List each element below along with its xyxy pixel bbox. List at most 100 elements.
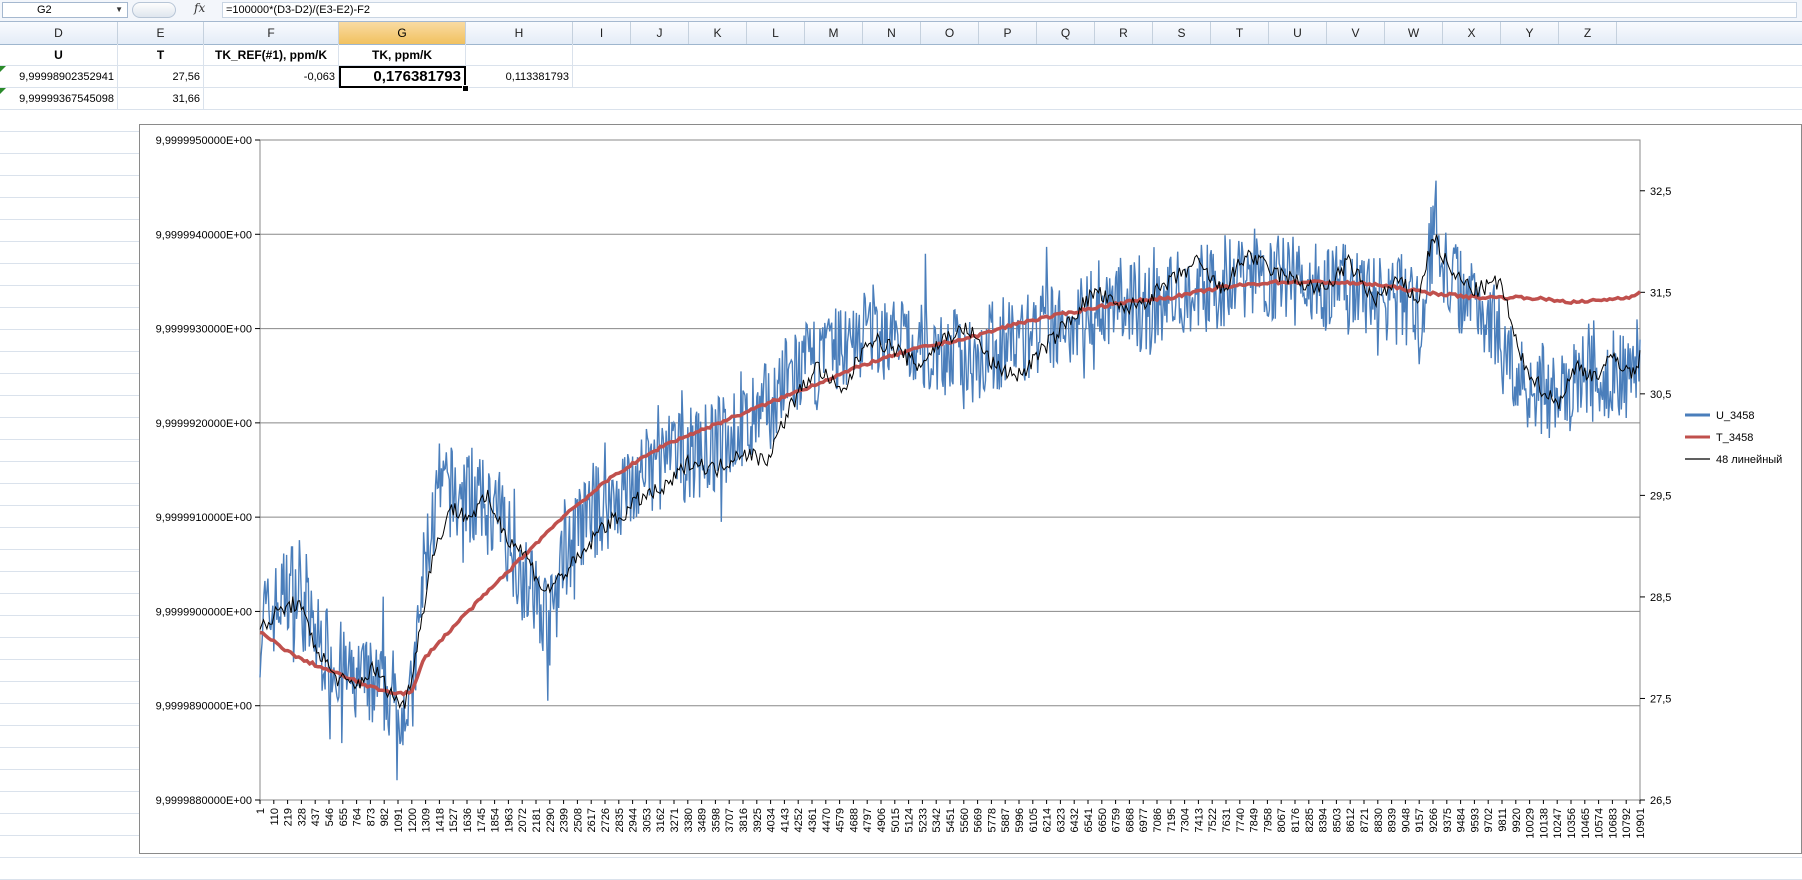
y-left-tick-label: 9,9999900000E+00 [156,606,252,618]
cell-e1[interactable]: T [118,44,204,66]
x-tick-label: 7849 [1249,808,1261,832]
x-tick-label: 10029 [1525,808,1537,839]
column-header-w[interactable]: W [1385,22,1443,44]
legend-label: 48 линейный [1716,454,1782,466]
column-header-t[interactable]: T [1211,22,1269,44]
x-tick-label: 9157 [1414,808,1426,832]
column-header-f[interactable]: F [204,22,339,44]
formula-input[interactable]: =100000*(D3-D2)/(E3-E2)-F2 [222,2,1797,18]
x-tick-label: 9593 [1469,808,1481,832]
column-header-r[interactable]: R [1095,22,1153,44]
table-row: 9,99999367545098 31,66 [0,88,1802,110]
x-tick-label: 1963 [503,808,515,832]
column-header-j[interactable]: J [631,22,689,44]
column-header-p[interactable]: P [979,22,1037,44]
cell-h1[interactable] [466,44,573,66]
column-header-n[interactable]: N [863,22,921,44]
x-tick-label: 8612 [1345,808,1357,832]
column-header-q[interactable]: Q [1037,22,1095,44]
column-header-v[interactable]: V [1327,22,1385,44]
x-tick-label: 5451 [945,808,957,832]
column-header-h[interactable]: H [466,22,573,44]
x-tick-label: 4143 [779,808,791,832]
x-tick-label: 10465 [1580,808,1592,839]
x-tick-label: 10247 [1552,808,1564,839]
cell-d3-value: 9,99999367545098 [19,93,114,105]
x-tick-label: 2835 [614,808,626,832]
formula-bar-resize-handle[interactable] [132,2,176,18]
x-tick-label: 3925 [752,808,764,832]
x-tick-label: 8503 [1331,808,1343,832]
column-header-z[interactable]: Z [1559,22,1617,44]
cell-e2[interactable]: 27,56 [118,66,204,88]
x-tick-label: 6214 [1042,808,1054,832]
cell-g2-active[interactable]: 0,176381793 [339,66,466,88]
x-tick-label: 5342 [931,808,943,832]
x-tick-label: 4034 [766,808,778,832]
line-chart[interactable]: 9,9999950000E+00 9,9999940000E+00 9,999993… [139,124,1802,854]
column-header-k[interactable]: K [689,22,747,44]
x-tick-label: 3489 [697,808,709,832]
name-box[interactable]: G2 ▼ [2,2,128,18]
x-tick-label: 1636 [462,808,474,832]
column-header-blank [1617,22,1802,44]
x-tick-label: 2072 [517,808,529,832]
column-header-s[interactable]: S [1153,22,1211,44]
x-tick-label: 9920 [1511,808,1523,832]
x-tick-label: 7304 [1180,808,1192,832]
column-header-y[interactable]: Y [1501,22,1559,44]
cell-h2[interactable]: 0,113381793 [466,66,573,88]
x-tick-label: 4797 [862,808,874,832]
y-left-tick-label: 9,9999920000E+00 [156,418,252,430]
column-header-g[interactable]: G [339,22,466,44]
x-tick-label: 5669 [973,808,985,832]
x-tick-label: 1 [255,808,267,814]
legend-label: T_3458 [1716,432,1753,444]
x-tick-label: 9702 [1483,808,1495,832]
x-tick-label: 1200 [407,808,419,832]
cell-d3[interactable]: 9,99999367545098 [0,88,118,110]
x-tick-label: 2726 [600,808,612,832]
cell-g1[interactable]: TK, ppm/K [339,44,466,66]
x-tick-label: 8285 [1304,808,1316,832]
error-indicator-icon [0,88,6,94]
x-tick-label: 5778 [986,808,998,832]
cell-d1[interactable]: U [0,44,118,66]
x-tick-label: 6868 [1124,808,1136,832]
y-right-tick-label: 28,5 [1650,592,1671,604]
x-tick-label: 1418 [434,808,446,832]
x-tick-label: 6541 [1083,808,1095,832]
column-header-d[interactable]: D [0,22,118,44]
cell-f1[interactable]: TK_REF(#1), ppm/K [204,44,339,66]
column-header-x[interactable]: X [1443,22,1501,44]
x-tick-label: 3162 [655,808,667,832]
column-header-u[interactable]: U [1269,22,1327,44]
chart-legend: U_3458 T_3458 48 линейный [1685,410,1782,466]
cell-d2[interactable]: 9,99998902352941 [0,66,118,88]
table-row [0,858,1802,880]
column-header-m[interactable]: M [805,22,863,44]
x-tick-label: 4470 [821,808,833,832]
column-header-l[interactable]: L [747,22,805,44]
x-tick-label: 10901 [1635,808,1647,839]
x-tick-label: 5887 [1000,808,1012,832]
x-tick-label: 655 [338,808,350,826]
fx-icon[interactable]: fx [194,1,205,15]
column-headers: D E F G H I J K L M N O P Q R S T U V W … [0,22,1802,45]
y-right-tick-label: 32,5 [1650,186,1671,198]
x-tick-label: 9811 [1497,808,1509,832]
x-tick-label: 8721 [1359,808,1371,832]
cell-e3[interactable]: 31,66 [118,88,204,110]
y-left-tick-label: 9,9999880000E+00 [156,795,252,807]
column-header-e[interactable]: E [118,22,204,44]
y-right-tick-label: 26,5 [1650,795,1671,807]
x-tick-label: 4361 [807,808,819,832]
cell-f2[interactable]: -0,063 [204,66,339,88]
x-tick-label: 7740 [1235,808,1247,832]
formula-text: =100000*(D3-D2)/(E3-E2)-F2 [226,4,370,16]
column-header-o[interactable]: O [921,22,979,44]
x-tick-label: 8067 [1276,808,1288,832]
column-header-i[interactable]: I [573,22,631,44]
x-tick-label: 9266 [1428,808,1440,832]
chevron-down-icon[interactable]: ▼ [115,3,123,17]
